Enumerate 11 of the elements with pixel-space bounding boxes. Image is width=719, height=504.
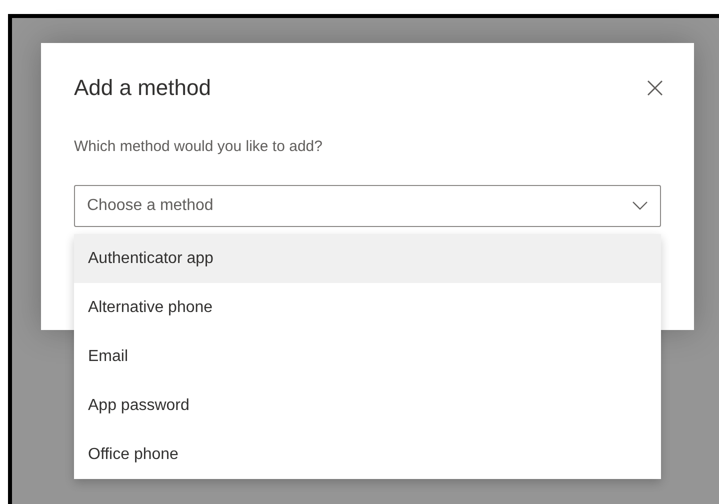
method-option[interactable]: App password — [74, 381, 661, 430]
chevron-icon — [632, 200, 648, 210]
method-option[interactable]: Alternative phone — [74, 283, 661, 332]
method-option[interactable]: Office phone — [74, 430, 661, 479]
select-placeholder: Choose a method — [87, 196, 214, 216]
method-option[interactable]: Email — [74, 332, 661, 381]
method-select[interactable]: Choose a method — [74, 184, 661, 226]
method-option[interactable]: Authenticator app — [74, 234, 661, 283]
dialog-prompt: Which method would you like to add? — [74, 137, 324, 157]
close-icon[interactable] — [645, 78, 665, 98]
dialog-title: Add a method — [74, 74, 211, 102]
